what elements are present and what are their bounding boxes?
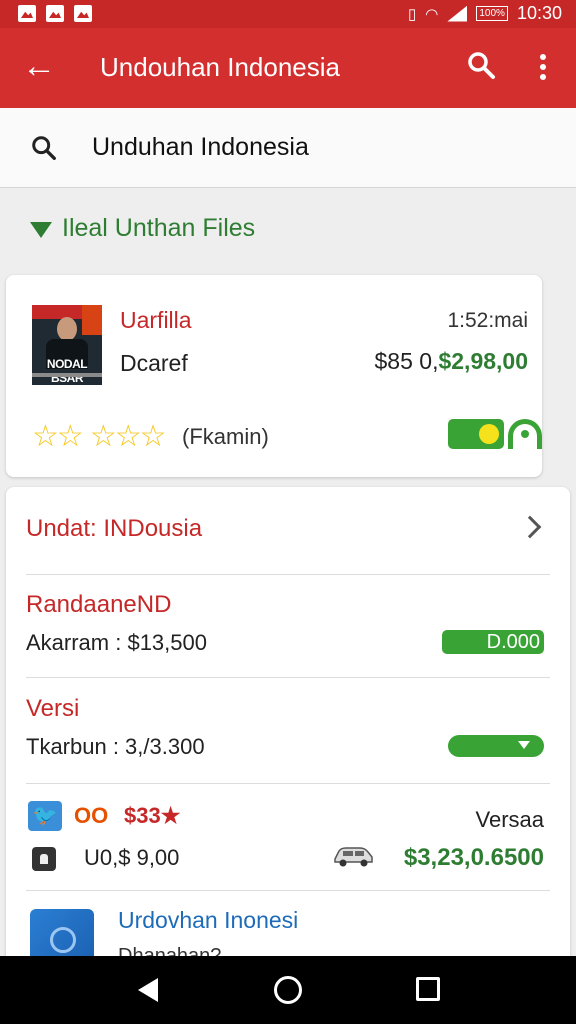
list-header[interactable]: Undat: INDousia <box>26 515 550 543</box>
vibrate-icon: ▯ <box>408 5 417 23</box>
status-bar: ▯ ◠ 100% 10:30 <box>0 0 576 28</box>
star-icon: ☆ <box>32 420 59 453</box>
download-toggle[interactable] <box>448 419 504 449</box>
list-item-detail: Akarram : $13,500 <box>26 630 207 655</box>
promo-green-price: $3,23,0.6500 <box>403 844 544 871</box>
wifi-icon: ◠ <box>425 5 439 23</box>
search-bar[interactable]: Unduhan Indonesia <box>0 108 576 188</box>
list-item-detail: Tkarbun : 3,/3.300 <box>26 734 205 759</box>
refresh-icon[interactable] <box>508 419 542 449</box>
featured-file-card[interactable]: NODAL BSAR Uarfilla 1:52:mai Dcaref $85 … <box>6 275 542 477</box>
back-arrow-icon[interactable]: ← <box>22 46 56 86</box>
star-icon: ☆ <box>89 420 117 453</box>
file-name: Uarfilla <box>120 307 192 333</box>
star-icon: ☆ <box>56 420 84 453</box>
star-icon: ☆ <box>139 420 167 453</box>
file-list-card: Undat: INDousia RandaaneND Akarram : $13… <box>6 487 570 969</box>
price-badge[interactable]: D.000 <box>442 630 544 654</box>
nav-recents-icon[interactable] <box>416 977 440 1001</box>
list-item-title[interactable]: Urdovhan Inonesi <box>118 907 298 934</box>
more-options-icon[interactable] <box>530 50 556 84</box>
app-bar-title: Undouhan Indonesia <box>100 52 340 82</box>
section-title: Ileal Unthan Files <box>62 214 256 242</box>
thumbnail-caption: NODAL BSAR <box>46 357 88 385</box>
promo-right-label: Versaa <box>475 807 545 832</box>
file-subtitle: Dcaref <box>120 350 188 376</box>
price-new: $2,98,00 <box>438 348 528 374</box>
app-bar: ← Undouhan Indonesia <box>0 28 576 108</box>
promo-lower-price: U0,$ 9,00 <box>84 845 180 870</box>
list-item-title[interactable]: RandaaneND <box>26 591 171 619</box>
section-header: Ileal Unthan Files <box>30 214 255 243</box>
search-icon <box>32 136 56 160</box>
twitter-icon[interactable]: 🐦 <box>28 801 62 831</box>
star-rating: ☆☆ ☆☆☆ <box>32 419 167 454</box>
system-nav-bar <box>0 956 576 1024</box>
clock: 10:30 <box>516 3 562 23</box>
oo-label: OO <box>74 803 109 828</box>
file-time: 1:52:mai <box>447 309 528 332</box>
nav-back-icon[interactable] <box>138 978 158 1002</box>
price-old: $85 0, <box>374 348 439 374</box>
status-indicators: ▯ ◠ 100% 10:30 <box>408 3 562 24</box>
image-notification-icon <box>46 5 64 22</box>
car-icon <box>334 847 373 867</box>
search-icon[interactable] <box>466 50 496 80</box>
list-header-title: Undat: INDousia <box>26 515 203 542</box>
battery-icon: 100% <box>476 6 508 21</box>
list-item-title[interactable]: Versi <box>26 695 79 723</box>
search-input[interactable]: Unduhan Indonesia <box>92 133 309 162</box>
promo-price: $33★ <box>124 803 181 828</box>
file-price: $85 0,$2,98,00 <box>328 348 528 375</box>
dropdown-toggle[interactable] <box>448 735 544 757</box>
download-icon <box>30 221 52 238</box>
star-icon: ☆ <box>114 420 142 453</box>
thumbnail-image: NODAL BSAR <box>32 305 102 385</box>
price-badge-value: D.000 <box>486 631 540 653</box>
image-notification-icon <box>74 5 92 22</box>
nav-home-icon[interactable] <box>274 976 302 1004</box>
image-notification-icon <box>18 5 36 22</box>
review-label: (Fkamin) <box>182 424 269 449</box>
notification-icons <box>18 5 92 22</box>
lock-icon <box>32 847 56 871</box>
signal-icon <box>447 5 468 22</box>
